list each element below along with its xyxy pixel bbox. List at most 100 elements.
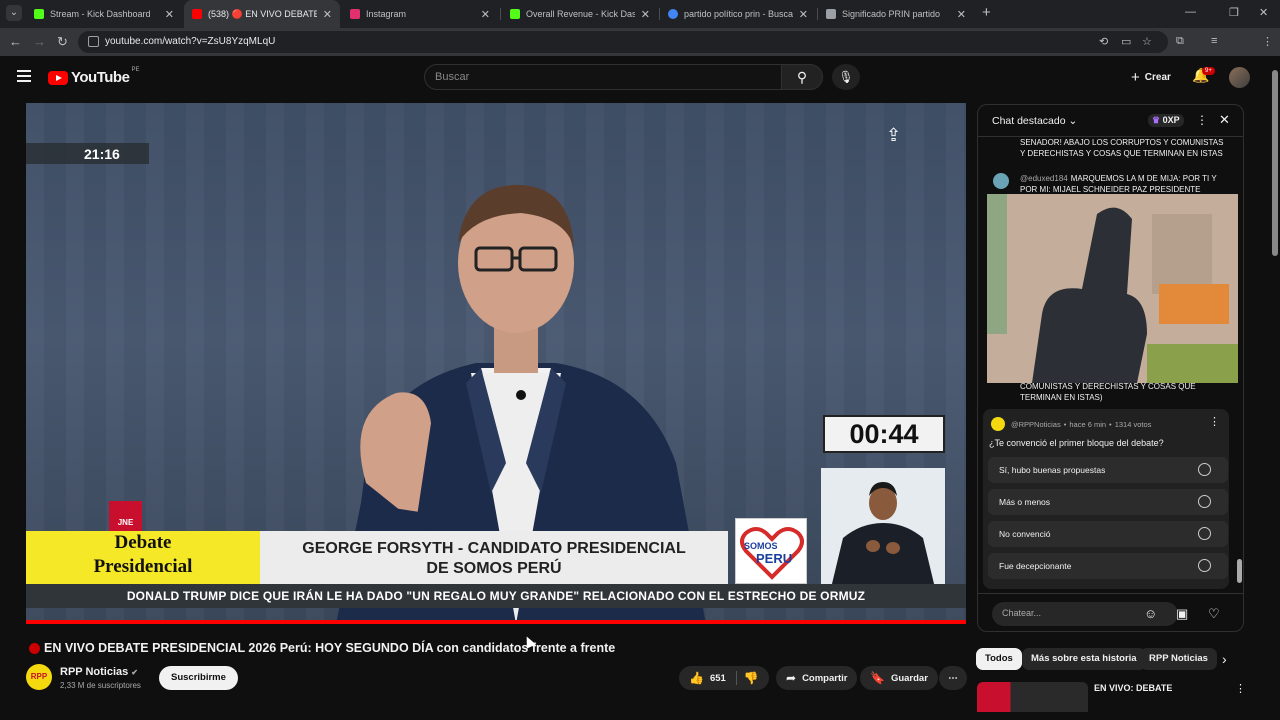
chat-input-row: Chatear... ☺ ▣ ♡ bbox=[978, 593, 1243, 631]
browser-tabstrip: ⌄ Stream - Kick Dashboard ✕ (538) 🔴 EN V… bbox=[0, 0, 1280, 28]
poll-author-avatar bbox=[991, 417, 1005, 431]
translate-icon[interactable]: ⟲ bbox=[1099, 35, 1108, 48]
super-chat-icon[interactable]: ▣ bbox=[1176, 606, 1188, 622]
media-icon[interactable]: ≡ bbox=[1211, 35, 1217, 47]
crown-icon: ♛ bbox=[1152, 115, 1161, 125]
close-icon[interactable]: ✕ bbox=[481, 8, 490, 21]
back-icon[interactable]: ← bbox=[9, 34, 22, 49]
more-actions-button[interactable]: ⋯ bbox=[939, 666, 967, 690]
chat-close-icon[interactable]: ✕ bbox=[1219, 112, 1230, 128]
share-button[interactable]: ➦ Compartir bbox=[776, 666, 858, 690]
youtube-icon bbox=[192, 9, 202, 19]
search-button[interactable]: ⚲ bbox=[781, 64, 823, 90]
dislike-icon[interactable]: 👎 bbox=[744, 671, 759, 685]
chip-more-story[interactable]: Más sobre esta historia bbox=[1022, 648, 1146, 670]
extensions-icon[interactable]: ⧉ bbox=[1176, 35, 1184, 48]
bookmark-icon: 🔖 bbox=[870, 671, 885, 685]
chevron-right-icon[interactable]: › bbox=[1222, 651, 1227, 667]
like-count[interactable]: 651 bbox=[710, 673, 726, 684]
share-arrow-icon[interactable]: ⇪ bbox=[886, 125, 901, 146]
restore-icon[interactable]: ❐ bbox=[1229, 6, 1239, 19]
save-button[interactable]: 🔖 Guardar bbox=[860, 666, 938, 690]
candidate-name-line2: DE SOMOS PERÚ bbox=[426, 560, 562, 577]
youtube-logo[interactable]: YouTube PE bbox=[48, 67, 139, 86]
clock-text: 21:16 bbox=[84, 146, 120, 162]
radio-icon[interactable] bbox=[1198, 527, 1211, 540]
browser-tab[interactable]: Overall Revenue - Kick Dashbo ✕ bbox=[502, 0, 658, 28]
new-tab-icon[interactable]: + bbox=[982, 4, 991, 21]
bookmark-star-icon[interactable]: ☆ bbox=[1142, 35, 1152, 48]
minimize-icon[interactable]: — bbox=[1185, 6, 1196, 18]
chat-user-avatar[interactable] bbox=[993, 173, 1009, 189]
chat-message: SENADOR! ABAJO LOS CORRUPTOS Y COMUNISTA… bbox=[1020, 137, 1225, 159]
chat-scroll-thumb[interactable] bbox=[1237, 559, 1242, 583]
browser-tab[interactable]: Stream - Kick Dashboard ✕ bbox=[26, 0, 182, 28]
create-button[interactable]: + Crear bbox=[1121, 65, 1181, 89]
chat-scrollbar[interactable] bbox=[1237, 141, 1242, 591]
video-player[interactable]: 21:16 ⇪ 00:44 JNE Debate Presidencial GE… bbox=[26, 103, 966, 624]
voice-search-button[interactable]: 🎙 bbox=[832, 64, 860, 90]
poll-more-icon[interactable]: ⋮ bbox=[1209, 415, 1220, 428]
jne-logo: JNE bbox=[109, 501, 142, 531]
close-icon[interactable]: ✕ bbox=[323, 8, 332, 21]
chat-mode-dropdown[interactable]: Chat destacado ⌄ bbox=[992, 115, 1077, 127]
search-input[interactable]: Buscar bbox=[424, 64, 782, 90]
site-info-icon[interactable] bbox=[88, 36, 99, 47]
interpreter-image bbox=[821, 468, 945, 588]
tab-title: Instagram bbox=[366, 9, 407, 19]
poll-question: ¿Te convenció el primer bloque del debat… bbox=[989, 438, 1164, 448]
poll-option[interactable]: Más o menos bbox=[988, 489, 1228, 515]
live-dot-icon bbox=[29, 642, 40, 654]
menu-icon[interactable] bbox=[17, 70, 31, 85]
poll-option[interactable]: Sí, hubo buenas propuestas bbox=[988, 457, 1228, 483]
browser-tab[interactable]: partido político prin - Buscar co ✕ bbox=[660, 0, 816, 28]
like-icon[interactable]: 👍 bbox=[689, 671, 704, 685]
radio-icon[interactable] bbox=[1198, 463, 1211, 476]
live-chat-panel: Chat destacado ⌄ ♛ 0XP ⋮ ✕ SENADOR! ABAJ… bbox=[977, 104, 1244, 632]
subscriber-count: 2,33 M de suscriptores bbox=[60, 681, 141, 690]
browser-menu-icon[interactable]: ⋮ bbox=[1262, 35, 1273, 48]
cast-icon[interactable]: ▭ bbox=[1121, 35, 1131, 48]
browser-tab-active[interactable]: (538) 🔴 EN VIVO DEBATE P ✕ bbox=[184, 0, 340, 28]
poll-option[interactable]: Fue decepcionante bbox=[988, 553, 1228, 579]
channel-avatar[interactable]: RPP bbox=[26, 664, 52, 690]
subscribe-button[interactable]: Suscribirme bbox=[159, 666, 238, 690]
radio-icon[interactable] bbox=[1198, 495, 1211, 508]
share-icon: ➦ bbox=[786, 671, 797, 685]
debate-label-box: Debate Presidencial bbox=[26, 531, 260, 584]
progress-bar[interactable] bbox=[26, 620, 966, 624]
browser-tab[interactable]: Significado PRIN partido ✕ bbox=[818, 0, 974, 28]
like-dislike-group: 👍 651 👎 bbox=[679, 666, 769, 690]
browser-tab[interactable]: Instagram ✕ bbox=[342, 0, 498, 28]
poll-votes: 1314 votos bbox=[1114, 419, 1152, 429]
points-text: 0XP bbox=[1162, 115, 1180, 125]
page-scrollbar[interactable] bbox=[1272, 70, 1278, 256]
channel-avatar-text: RPP bbox=[30, 672, 48, 681]
poll-option-label: No convenció bbox=[999, 529, 1051, 539]
points-badge[interactable]: ♛ 0XP bbox=[1148, 114, 1184, 127]
poll-option[interactable]: No convenció bbox=[988, 521, 1228, 547]
close-window-icon[interactable]: ✕ bbox=[1259, 6, 1268, 19]
emoji-icon[interactable]: ☺ bbox=[1144, 606, 1157, 621]
reload-icon[interactable]: ↻ bbox=[57, 34, 68, 50]
related-video-thumbnail[interactable] bbox=[977, 682, 1088, 712]
chip-all[interactable]: Todos bbox=[976, 648, 1022, 670]
channel-name[interactable]: RPP Noticias ✔ bbox=[60, 666, 138, 678]
radio-icon[interactable] bbox=[1198, 559, 1211, 572]
close-icon[interactable]: ✕ bbox=[165, 8, 174, 21]
address-bar[interactable]: youtube.com/watch?v=ZsU8YzqMLqU bbox=[78, 31, 1168, 53]
poll-header: @RPPNoticias • hace 6 min • 1314 votos bbox=[991, 417, 1151, 431]
close-icon[interactable]: ✕ bbox=[957, 8, 966, 21]
forward-icon[interactable]: → bbox=[33, 34, 46, 49]
chip-channel[interactable]: RPP Noticias bbox=[1140, 648, 1217, 670]
related-video-title[interactable]: EN VIVO: DEBATE bbox=[1094, 683, 1172, 693]
chat-username[interactable]: @eduxed184 bbox=[1020, 174, 1068, 183]
related-more-icon[interactable]: ⋮ bbox=[1235, 682, 1246, 695]
tab-search-icon[interactable]: ⌄ bbox=[6, 5, 22, 21]
account-avatar[interactable] bbox=[1229, 67, 1250, 88]
close-icon[interactable]: ✕ bbox=[641, 8, 650, 21]
close-icon[interactable]: ✕ bbox=[799, 8, 808, 21]
youtube-header: YouTube PE Buscar ⚲ 🎙 + Crear 🔔 9+ bbox=[0, 56, 1280, 98]
heart-icon[interactable]: ♡ bbox=[1208, 606, 1220, 622]
chat-more-icon[interactable]: ⋮ bbox=[1196, 113, 1208, 127]
